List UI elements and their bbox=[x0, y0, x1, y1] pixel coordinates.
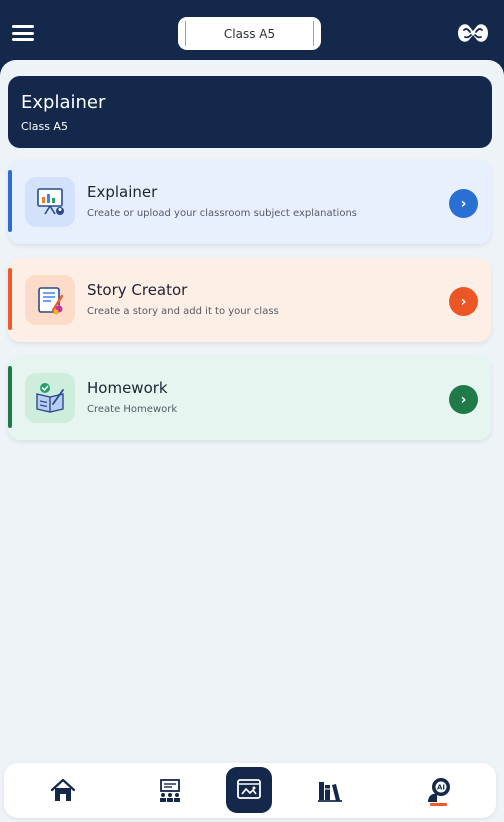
hamburger-menu-icon[interactable] bbox=[12, 24, 34, 42]
card-description: Create Homework bbox=[87, 404, 178, 415]
homework-book-icon bbox=[25, 373, 75, 423]
story-creator-card[interactable]: Story Creator Create a story and add it … bbox=[8, 258, 491, 342]
main-content: Explainer Class A5 Explainer Create or u… bbox=[0, 60, 504, 822]
card-title: Homework bbox=[87, 379, 168, 397]
presentation-board-icon bbox=[25, 177, 75, 227]
homework-card[interactable]: Homework Create Homework › bbox=[8, 356, 491, 440]
active-tab-indicator bbox=[430, 803, 447, 806]
card-accent-bar bbox=[8, 268, 12, 330]
ai-assistant-icon[interactable]: AI bbox=[424, 776, 454, 806]
svg-text:AI: AI bbox=[437, 784, 445, 792]
card-title: Explainer bbox=[87, 183, 158, 201]
top-bar: Class A5 bbox=[0, 0, 504, 68]
card-description: Create or upload your classroom subject … bbox=[87, 208, 357, 219]
bottom-navigation: AI bbox=[4, 763, 496, 818]
card-title: Story Creator bbox=[87, 281, 188, 299]
card-description: Create a story and add it to your class bbox=[87, 306, 279, 317]
brand-logo-icon[interactable] bbox=[456, 20, 490, 46]
classroom-icon[interactable] bbox=[155, 776, 185, 806]
page-title: Explainer bbox=[21, 92, 106, 113]
home-icon[interactable] bbox=[48, 776, 78, 806]
class-selector-label: Class A5 bbox=[223, 26, 276, 41]
story-notebook-icon bbox=[25, 275, 75, 325]
chevron-right-icon[interactable]: › bbox=[449, 385, 478, 414]
page-banner: Explainer Class A5 bbox=[8, 76, 492, 148]
explainer-card[interactable]: Explainer Create or upload your classroo… bbox=[8, 160, 491, 244]
card-accent-bar bbox=[8, 366, 12, 428]
chevron-right-icon[interactable]: › bbox=[449, 287, 478, 316]
library-icon[interactable] bbox=[315, 776, 345, 806]
chevron-right-icon[interactable]: › bbox=[449, 189, 478, 218]
page-subtitle: Class A5 bbox=[21, 120, 68, 133]
class-selector[interactable]: Class A5 bbox=[178, 17, 321, 50]
card-accent-bar bbox=[8, 170, 12, 232]
creator-icon[interactable] bbox=[226, 767, 272, 813]
